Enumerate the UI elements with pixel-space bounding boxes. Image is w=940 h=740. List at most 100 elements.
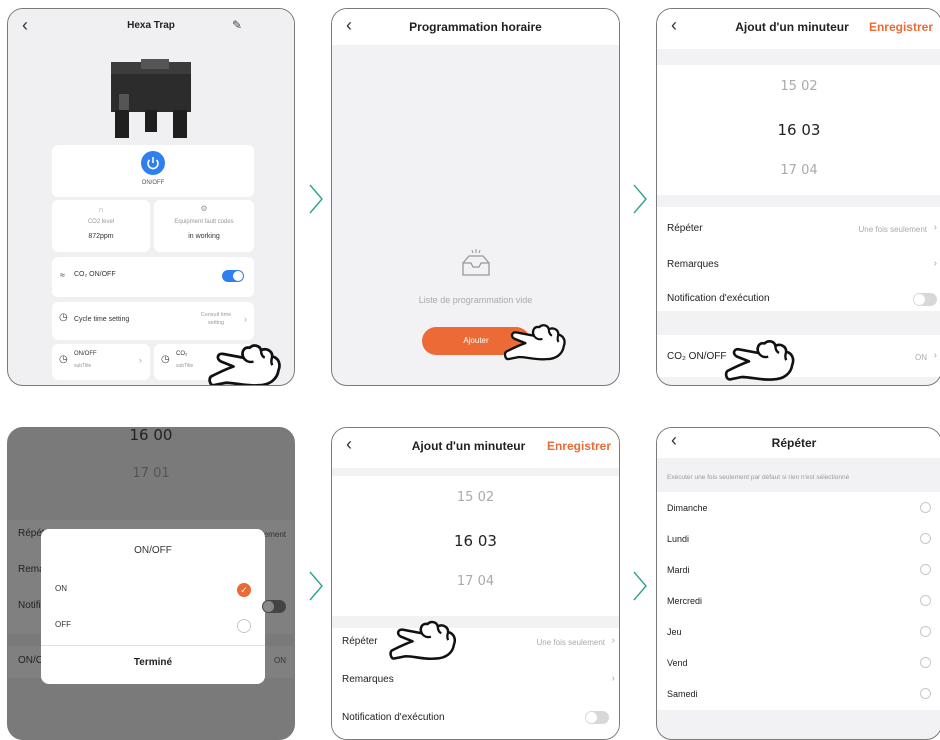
co2-toggle-label: CO₂ ON/OFF — [74, 271, 116, 278]
power-label: ON/OFF — [141, 180, 165, 186]
add-timer-header: ‹ Ajout d'un minuteur Enregistrer — [657, 9, 940, 49]
co2-level-value: 872ppm — [88, 233, 114, 240]
power-card[interactable]: ON/OFF — [52, 145, 254, 197]
panel-schedule: ‹ Programmation horaire Liste de program… — [331, 8, 620, 386]
radio-icon[interactable] — [920, 595, 931, 606]
cycle-time-label: Cycle time setting — [74, 316, 130, 323]
save-button[interactable]: Enregistrer — [869, 20, 933, 34]
tile-co2-title: CO₂ — [176, 351, 188, 357]
bg-time: 17 01 — [132, 466, 170, 481]
panel-repeat: ‹ Répéter Exécuter une fois seulement pa… — [656, 427, 940, 740]
time-picker[interactable]: 15 02 16 03 17 04 — [657, 65, 940, 195]
done-button[interactable]: Terminé — [41, 657, 265, 668]
clock-icon: ◷ — [59, 312, 68, 323]
empty-schedule-text: Liste de programmation vide — [418, 295, 533, 305]
option-off[interactable]: OFF — [41, 609, 265, 643]
notify-label: Notification d'exécution — [342, 712, 445, 723]
onoff-dialog: ON/OFF ON ✓ OFF Terminé — [41, 529, 265, 684]
day-label: Mercredi — [667, 596, 703, 606]
repeat-label: Répéter — [667, 223, 703, 234]
tile-onoff-sub: subTitle — [74, 363, 92, 369]
time-option[interactable]: 17 04 — [332, 574, 619, 589]
radio-icon[interactable] — [920, 688, 931, 699]
equipment-value: in working — [188, 233, 220, 240]
radio-icon[interactable] — [920, 502, 931, 513]
tile-onoff-title: ON/OFF — [74, 351, 97, 357]
pointer-hand-icon — [388, 616, 460, 662]
day-item[interactable]: Vend — [657, 647, 940, 678]
time-selected[interactable]: 16 03 — [657, 121, 940, 139]
notify-label: Notification d'exécution — [667, 293, 770, 304]
dialog-divider — [41, 645, 265, 646]
radio-icon[interactable] — [920, 564, 931, 575]
chevron-right-icon: › — [139, 355, 142, 365]
time-picker[interactable]: 15 02 16 03 17 04 — [332, 476, 619, 616]
time-selected[interactable]: 16 03 — [332, 532, 619, 550]
chevron-right-icon: › — [933, 350, 937, 361]
co2-value: ON — [915, 353, 927, 362]
lamp-icon: ∩ — [98, 205, 104, 214]
edit-pencil-icon[interactable]: ✎ — [232, 18, 242, 32]
day-item[interactable]: Jeu — [657, 616, 940, 647]
time-option[interactable]: 15 02 — [332, 490, 619, 505]
clock-icon: ◷ — [161, 354, 170, 365]
device-image — [111, 59, 191, 138]
repeat-row[interactable]: Répéter Une fois seulement › Remarques ›… — [657, 207, 940, 311]
day-label: Vend — [667, 658, 688, 668]
chevron-right-icon: › — [611, 635, 615, 646]
notify-toggle[interactable] — [913, 293, 937, 306]
repeat-value: Une fois seulement — [536, 638, 605, 647]
chevron-right-icon: › — [244, 314, 247, 324]
schedule-header: ‹ Programmation horaire — [332, 9, 619, 45]
bg-row-value: ON — [274, 656, 286, 665]
day-item[interactable]: Samedi — [657, 678, 940, 709]
option-on[interactable]: ON ✓ — [41, 573, 265, 607]
repeat-header: ‹ Répéter — [657, 428, 940, 458]
power-icon[interactable] — [141, 151, 165, 175]
equipment-card: ⚙ Equipment fault codes in working — [154, 200, 254, 252]
day-item[interactable]: Mercredi — [657, 585, 940, 616]
day-item[interactable]: Lundi — [657, 523, 940, 554]
day-label: Jeu — [667, 627, 682, 637]
panel-add-timer: ‹ Ajout d'un minuteur Enregistrer 15 02 … — [656, 8, 940, 386]
tile-onoff[interactable]: ◷ ON/OFF subTitle › — [52, 344, 150, 380]
radio-icon[interactable] — [920, 533, 931, 544]
co2-icon: ≈ — [60, 270, 65, 280]
option-off-label: OFF — [55, 620, 71, 629]
schedule-title: Programmation horaire — [409, 20, 542, 34]
device-title: Hexa Trap — [127, 20, 175, 31]
repeat-row[interactable]: Répéter Une fois seulement › Remarques ›… — [332, 628, 619, 739]
bg-time: 16 00 — [129, 427, 173, 444]
next-arrow-icon — [633, 184, 647, 214]
notes-label[interactable]: Remarques — [342, 674, 394, 685]
day-item[interactable]: Mardi — [657, 554, 940, 585]
tile-co2-sub: subTitle — [176, 363, 194, 369]
dialog-title: ON/OFF — [134, 545, 172, 556]
save-button[interactable]: Enregistrer — [547, 439, 611, 453]
radio-icon[interactable] — [920, 657, 931, 668]
pointer-hand-icon — [504, 319, 568, 363]
next-arrow-icon — [633, 571, 647, 601]
next-arrow-icon — [309, 184, 323, 214]
repeat-hint: Exécuter une fois seulement par défaut s… — [667, 474, 850, 481]
repeat-label: Répéter — [342, 636, 378, 647]
cycle-time-card[interactable]: ◷ Cycle time setting Consult time settin… — [52, 302, 254, 340]
notes-label[interactable]: Remarques — [667, 259, 719, 270]
notify-toggle[interactable] — [585, 711, 609, 724]
device-header: ‹ Hexa Trap ✎ — [8, 9, 294, 45]
co2-toggle-card: ≈ CO₂ ON/OFF — [52, 257, 254, 297]
pointer-hand-icon — [721, 335, 801, 383]
pointer-hand-icon — [208, 339, 284, 386]
equipment-label: Equipment fault codes — [174, 219, 234, 225]
radio-icon[interactable] — [920, 626, 931, 637]
radio-icon[interactable] — [237, 619, 251, 633]
day-list: Dimanche Lundi Mardi Mercredi Jeu Vend S… — [657, 492, 940, 710]
bg-toggle — [262, 600, 286, 613]
co2-toggle[interactable] — [222, 270, 244, 282]
time-option[interactable]: 17 04 — [657, 163, 940, 178]
day-label: Lundi — [667, 534, 690, 544]
checked-radio-icon[interactable]: ✓ — [237, 583, 251, 597]
time-option[interactable]: 15 02 — [657, 79, 940, 94]
chevron-right-icon: › — [611, 673, 615, 684]
day-item[interactable]: Dimanche — [657, 492, 940, 523]
